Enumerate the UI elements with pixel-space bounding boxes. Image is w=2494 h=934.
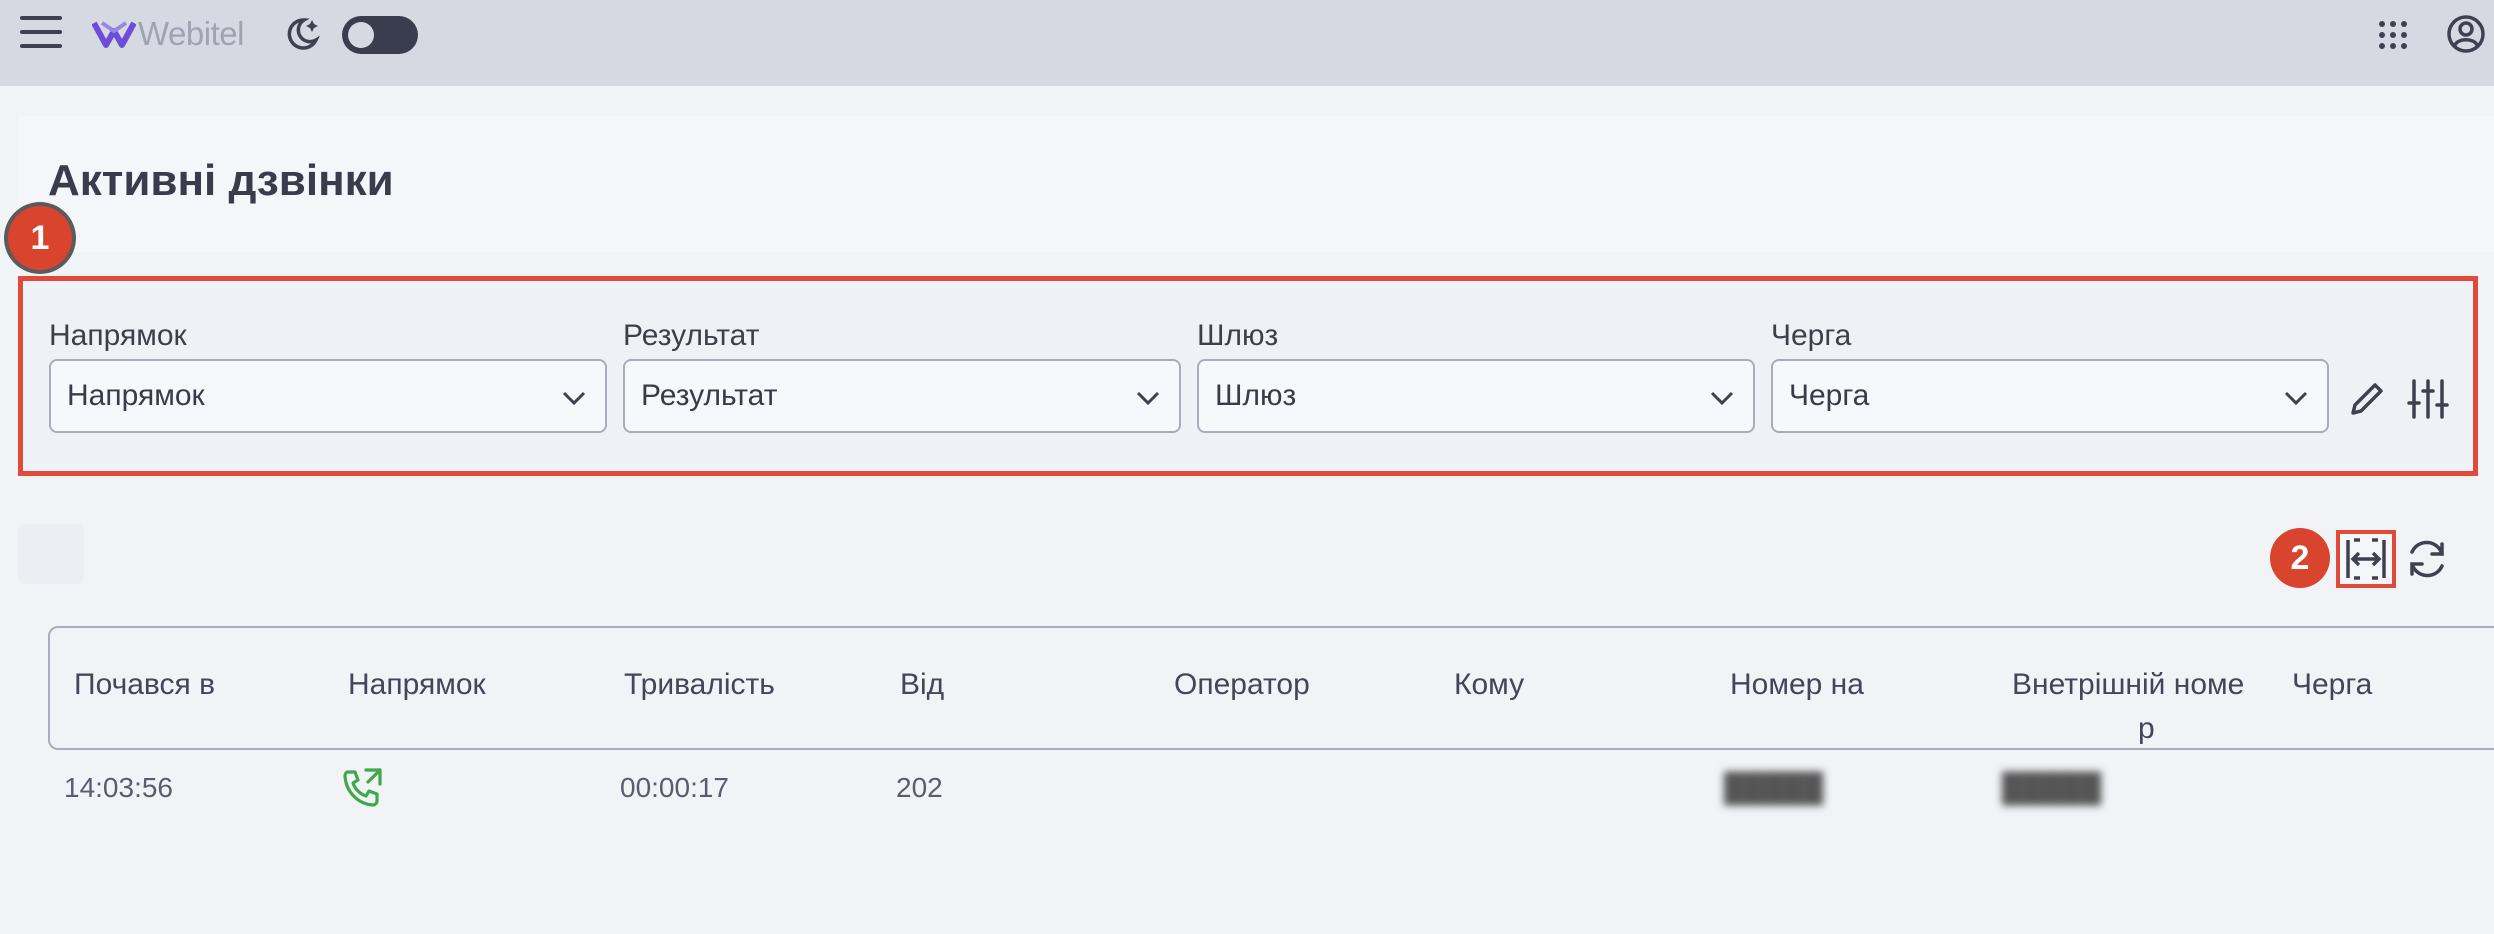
chevron-down-icon [1136, 391, 1160, 406]
column-started[interactable]: Почався в [74, 668, 215, 702]
chevron-down-icon [2284, 391, 2308, 406]
column-duration[interactable]: Тривалість [624, 668, 775, 702]
expand-columns-icon [2346, 538, 2386, 580]
column-queue[interactable]: Черга [2292, 668, 2372, 702]
filter-queue: Черга Черга [1771, 319, 2329, 433]
page-title: Активні дзвінки [48, 156, 394, 205]
cell-internal-number: █████ [2002, 772, 2102, 803]
column-width-button[interactable] [2336, 530, 2396, 588]
filter-gateway: Шлюз Шлюз [1197, 319, 1755, 433]
apps-grid-icon[interactable] [2378, 20, 2408, 50]
direction-select[interactable]: Напрямок [49, 359, 607, 433]
table-header: Почався в Напрямок Тривалість Від Операт… [48, 626, 2494, 750]
column-internal-number[interactable]: Внетрішній номе [2012, 668, 2244, 702]
cell-number: █████ [1724, 772, 1824, 803]
column-internal-number-wrap: р [2138, 712, 2155, 745]
annotation-badge-2: 2 [2270, 528, 2330, 588]
table-row[interactable]: 14:03:56 00:00:17 202 █████ █████ [48, 760, 2494, 816]
filter-direction: Напрямок Напрямок [49, 319, 607, 433]
column-from[interactable]: Від [900, 668, 944, 702]
top-bar: Webitel [0, 0, 2494, 86]
gateway-select[interactable]: Шлюз [1197, 359, 1755, 433]
cell-started: 14:03:56 [64, 772, 173, 803]
logo-text: Webitel [138, 15, 244, 52]
filter-result: Результат Результат [623, 319, 1181, 433]
filter-label: Черга [1771, 319, 1852, 352]
filter-settings-icon[interactable] [2407, 377, 2449, 421]
filter-label: Результат [623, 319, 760, 352]
filter-label: Напрямок [49, 319, 187, 352]
select-value: Шлюз [1215, 379, 1297, 412]
select-value: Черга [1789, 379, 1870, 412]
refresh-icon[interactable] [2404, 536, 2450, 582]
queue-select[interactable]: Черга [1771, 359, 2329, 433]
cell-from: 202 [896, 772, 943, 803]
filter-label: Шлюз [1197, 319, 1279, 352]
outbound-call-icon [343, 768, 382, 807]
theme-toggle[interactable] [342, 16, 418, 54]
webitel-logo-icon [92, 21, 136, 48]
menu-icon[interactable] [20, 16, 62, 52]
result-select[interactable]: Результат [623, 359, 1181, 433]
pencil-icon[interactable] [2345, 377, 2389, 421]
column-to[interactable]: Кому [1454, 668, 1524, 702]
annotation-badge-1: 1 [8, 206, 72, 270]
account-icon[interactable] [2446, 14, 2486, 54]
select-value: Результат [641, 379, 778, 412]
logo: Webitel [92, 12, 244, 56]
moon-icon [287, 18, 321, 50]
column-operator[interactable]: Оператор [1174, 668, 1310, 702]
column-number[interactable]: Номер на [1730, 668, 1864, 702]
placeholder-block [18, 524, 84, 584]
select-value: Напрямок [67, 379, 205, 412]
filters-panel: Напрямок Напрямок Результат Результат Шл… [18, 276, 2478, 476]
chevron-down-icon [1710, 391, 1734, 406]
chevron-down-icon [562, 391, 586, 406]
toggle-knob [348, 22, 374, 48]
cell-duration: 00:00:17 [620, 772, 729, 803]
column-direction[interactable]: Напрямок [348, 668, 486, 702]
